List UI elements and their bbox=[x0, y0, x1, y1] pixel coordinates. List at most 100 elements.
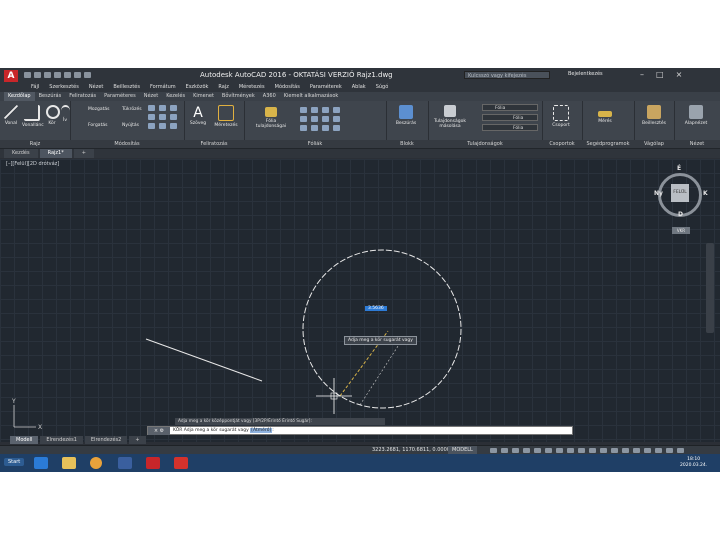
menu-file[interactable]: Fájl bbox=[26, 82, 44, 92]
units-icon[interactable] bbox=[633, 448, 640, 453]
compass-north[interactable]: É bbox=[677, 165, 681, 172]
selection-icon[interactable] bbox=[655, 448, 662, 453]
snap-icon[interactable] bbox=[501, 448, 508, 453]
panel-annotation-label[interactable]: Feliratozás bbox=[184, 140, 244, 148]
command-line-buttons[interactable]: × ⚙ bbox=[148, 427, 170, 435]
insert-block-tool[interactable]: Beszúrás bbox=[392, 105, 420, 126]
layer-match-icon[interactable] bbox=[311, 116, 318, 122]
wcs-menu[interactable]: VKR bbox=[672, 227, 690, 234]
layout-tab-model[interactable]: Modell bbox=[10, 436, 39, 444]
panel-utilities-label[interactable]: Segédprogramok bbox=[582, 140, 634, 148]
tab-addins[interactable]: Bővítmények bbox=[218, 92, 259, 101]
compass-south[interactable]: D bbox=[678, 211, 683, 218]
copy-icon[interactable] bbox=[159, 114, 166, 120]
menu-window[interactable]: Ablak bbox=[347, 82, 371, 92]
drawing-canvas[interactable]: Y X bbox=[0, 159, 720, 442]
isolate-icon[interactable] bbox=[589, 448, 596, 453]
floppy-save-icon[interactable] bbox=[118, 457, 132, 469]
close-icon[interactable]: × bbox=[676, 70, 683, 79]
doc-tab-drawing1[interactable]: Rajz1* bbox=[39, 149, 72, 158]
tab-annotate[interactable]: Feliratozás bbox=[65, 92, 100, 101]
tab-parametric[interactable]: Paraméteres bbox=[100, 92, 140, 101]
quick-props-icon[interactable] bbox=[644, 448, 651, 453]
drawing-area[interactable]: [–][Felül][2D drótváz] Y X 3.5636 Adja m… bbox=[0, 159, 720, 442]
group-tool[interactable]: Csoport bbox=[546, 105, 576, 128]
otrack-icon[interactable] bbox=[545, 448, 552, 453]
tab-manage[interactable]: Kezelés bbox=[162, 92, 189, 101]
fillet-icon[interactable] bbox=[159, 105, 166, 111]
array-icon[interactable] bbox=[170, 105, 177, 111]
tab-output[interactable]: Kimenet bbox=[189, 92, 218, 101]
menu-modify[interactable]: Módosítás bbox=[270, 82, 305, 92]
minimize-icon[interactable]: – bbox=[640, 70, 644, 79]
panel-draw-label[interactable]: Rajz bbox=[0, 140, 70, 148]
grid-icon[interactable] bbox=[490, 448, 497, 453]
stretch-tool[interactable]: Nyújtás bbox=[122, 123, 139, 128]
app-taskbar-icon[interactable] bbox=[174, 457, 188, 469]
coordinate-readout[interactable]: 3223.2681, 1170.6811, 0.0000 bbox=[372, 447, 450, 453]
lineweight-dropdown[interactable]: Fólia bbox=[482, 124, 538, 131]
layer-color-icon[interactable] bbox=[333, 107, 340, 113]
menu-dimension[interactable]: Méretezés bbox=[234, 82, 270, 92]
chrome-icon[interactable] bbox=[90, 457, 102, 469]
plot-icon[interactable] bbox=[64, 72, 71, 78]
polar-icon[interactable] bbox=[523, 448, 530, 453]
start-button[interactable]: Start bbox=[4, 458, 25, 466]
file-explorer-icon[interactable] bbox=[62, 457, 76, 469]
layer-walk-icon[interactable] bbox=[333, 116, 340, 122]
fullscreen-icon[interactable] bbox=[622, 448, 629, 453]
hardware-accel-icon[interactable] bbox=[600, 448, 607, 453]
menu-insert[interactable]: Beillesztés bbox=[108, 82, 145, 92]
panel-block-label[interactable]: Blokk bbox=[386, 140, 428, 148]
arc-tool[interactable]: Ív bbox=[60, 105, 70, 123]
tab-view[interactable]: Nézet bbox=[140, 92, 162, 101]
panel-groups-label[interactable]: Csoportok bbox=[542, 140, 582, 148]
workspace-icon[interactable] bbox=[578, 448, 585, 453]
new-file-icon[interactable] bbox=[24, 72, 31, 78]
layer-thaw-icon[interactable] bbox=[311, 125, 318, 131]
ortho-icon[interactable] bbox=[512, 448, 519, 453]
trim-icon[interactable] bbox=[148, 105, 155, 111]
polyline-tool[interactable]: Vonallánc bbox=[22, 105, 44, 128]
search-input[interactable]: Kulcsszó vagy kifejezés bbox=[464, 71, 550, 79]
command-option-diameter[interactable]: [Átmérő] bbox=[250, 428, 273, 433]
rotate-tool[interactable]: Forgatás bbox=[88, 123, 107, 128]
color-dropdown[interactable]: Fólia bbox=[482, 104, 538, 111]
panel-properties-label[interactable]: Tulajdonságok bbox=[428, 140, 542, 148]
base-view-tool[interactable]: Alapnézet bbox=[680, 105, 712, 126]
layer-previous-icon[interactable] bbox=[322, 116, 329, 122]
customize-icon[interactable] bbox=[611, 448, 618, 453]
layer-on-icon[interactable] bbox=[300, 107, 307, 113]
undo-icon[interactable] bbox=[74, 72, 81, 78]
menu-format[interactable]: Formátum bbox=[145, 82, 181, 92]
mirror-tool[interactable]: Tükrözés bbox=[122, 107, 142, 112]
tab-home[interactable]: Kezdőlap bbox=[4, 92, 35, 101]
navigation-bar[interactable] bbox=[706, 243, 714, 333]
model-space-button[interactable]: MODELL bbox=[448, 446, 477, 454]
paste-tool[interactable]: Beillesztés bbox=[638, 105, 670, 126]
layer-isolate-icon[interactable] bbox=[300, 116, 307, 122]
layer-freeze-icon[interactable] bbox=[311, 107, 318, 113]
autocad-taskbar-icon[interactable] bbox=[146, 457, 160, 469]
new-tab-button[interactable]: + bbox=[73, 149, 94, 158]
tab-insert[interactable]: Beszúrás bbox=[35, 92, 66, 101]
match-properties-tool[interactable]: Tulajdonságok másolása bbox=[432, 105, 468, 129]
measure-tool[interactable]: Mérés bbox=[592, 105, 618, 124]
linetype-dropdown[interactable]: Fólia bbox=[482, 114, 538, 121]
line-tool[interactable]: Vonal bbox=[4, 105, 18, 126]
dynamic-input-field[interactable]: 3.5636 bbox=[365, 306, 387, 311]
layer-properties-tool[interactable]: Fólia tulajdonságai bbox=[254, 107, 288, 129]
tab-a360[interactable]: A360 bbox=[259, 92, 280, 101]
signin-button[interactable]: Bejelentkezés bbox=[568, 71, 603, 77]
annotation-scale-icon[interactable] bbox=[567, 448, 574, 453]
command-line[interactable]: × ⚙ KÖR Adja meg a kör sugarát vagy [Átm… bbox=[147, 426, 573, 435]
explode-icon[interactable] bbox=[159, 123, 166, 129]
menu-draw[interactable]: Rajz bbox=[213, 82, 233, 92]
menu-edit[interactable]: Szerkesztés bbox=[44, 82, 84, 92]
menu-help[interactable]: Súgó bbox=[371, 82, 394, 92]
erase-icon[interactable] bbox=[148, 114, 155, 120]
autocad-logo-icon[interactable]: A bbox=[4, 70, 18, 82]
offset-icon[interactable] bbox=[148, 123, 155, 129]
layout-tab-layout1[interactable]: Elrendezés1 bbox=[40, 436, 83, 444]
layer-current-icon[interactable] bbox=[333, 125, 340, 131]
